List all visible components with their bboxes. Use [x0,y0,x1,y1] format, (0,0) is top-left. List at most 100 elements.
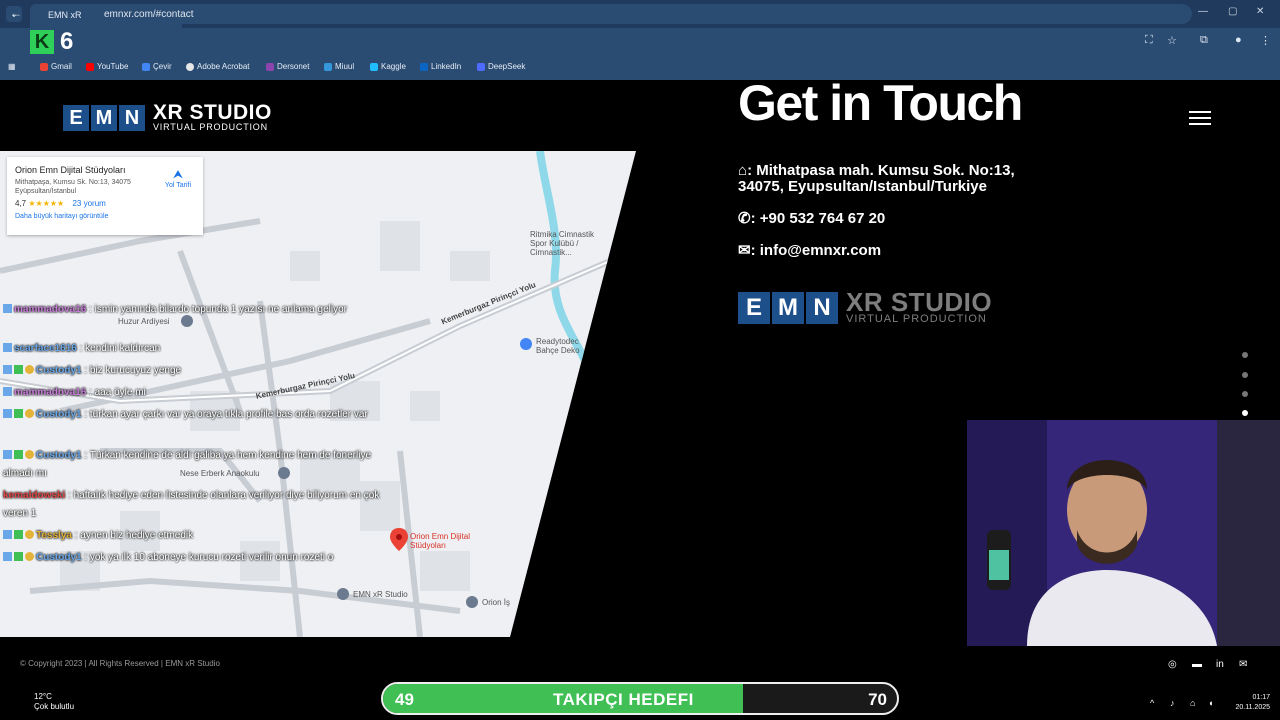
sub-badge-icon [14,365,23,374]
address-text: : Mithatpasa mah. Kumsu Sok. No:13, 3407… [738,162,1015,195]
section-nav-dot-active[interactable] [1242,410,1248,416]
deepseek-icon [477,62,485,71]
close-window-icon[interactable]: ✕ [1256,6,1264,17]
chat-username: mammadova16 [14,304,87,315]
directions-label: Yol Tarifi [164,182,191,189]
bookmark-label: Çevir [153,62,172,71]
contact-email[interactable]: ✉: info@emnxr.com [738,243,881,259]
clock-date: 20.11.2025 [1235,704,1270,711]
chat-text: : yok ya ilk 10 aboneye kurucu rozeti ve… [84,552,334,563]
chat-message: mammadova16 : aaa öyle mi [3,384,393,402]
founder-badge-icon [25,552,34,561]
bookmark-label: Kaggle [381,62,406,71]
email-text: : info@emnxr.com [750,242,882,259]
contact-phone[interactable]: ✆: +90 532 764 67 20 [738,211,885,227]
chat-username: Custody1 [36,552,82,563]
goal-label: TAKIPÇI HEDEFI [553,690,694,709]
apps-grid-icon[interactable]: ▦ [8,62,16,71]
chat-username: kemaldowski [3,490,66,501]
site-logo[interactable]: E M N XR STUDIO VIRTUAL PRODUCTION [63,101,272,132]
bookmark-star-icon[interactable]: ☆ [1167,34,1177,47]
system-clock[interactable]: 01:17 20.11.2025 [1228,693,1270,713]
copyright-text: © Copyright 2023 | All Rights Reserved |… [20,659,220,668]
user-badge-icon [3,343,12,352]
logo-letter: N [119,105,145,131]
chat-message: Custody1 : yok ya ilk 10 aboneye kurucu … [3,549,393,567]
hamburger-menu-icon[interactable] [1189,111,1211,125]
user-badge-icon [3,530,12,539]
founder-badge-icon [25,450,34,459]
linkedin-social-icon[interactable]: in [1216,659,1224,670]
section-nav-dot[interactable] [1242,391,1248,397]
chat-text: : biz kurucuyuz yenge [84,365,182,376]
map-label: Orion İş [482,598,511,607]
back-icon[interactable]: ← [10,6,22,20]
logo-title: XR STUDIO [153,101,272,124]
youtube-social-icon[interactable]: ▬ [1192,659,1202,670]
place-address: Mithatpaşa, Kumsu Sk. No:13, 34075 Eyüps… [15,179,131,195]
url-field[interactable]: emnxr.com/#contact [82,4,1192,24]
profile-avatar-icon[interactable]: ● [1235,34,1242,46]
bookmark-label: DeepSeek [488,62,526,71]
logo-letter: E [63,105,89,131]
bookmark-cevir[interactable]: Çevir [142,62,172,71]
bookmark-linkedin[interactable]: LinkedIn [420,62,461,71]
logo-letter: M [772,292,804,324]
larger-map-link[interactable]: Daha büyük haritayı görüntüle [15,213,195,220]
bookmark-kaggle[interactable]: Kaggle [370,62,406,71]
bookmark-youtube[interactable]: YouTube [86,62,128,71]
map-label: Ritmika Cimnastik Spor Kulübü / Cimnasti… [530,230,595,257]
instagram-icon[interactable]: ◎ [1168,659,1177,670]
chat-message: Custody1 : Türkan kendine de aldı galiba… [3,447,393,483]
chat-message: Tesslya : aynen biz hediye etmedik [3,527,393,545]
reviews-link[interactable]: 23 yorum [72,199,105,208]
page-title: Get in Touch [738,75,1023,131]
footer-logo: E M N XR STUDIO VIRTUAL PRODUCTION [738,287,993,325]
user-badge-icon [3,450,12,459]
chat-text: : aynen biz hediye etmedik [74,530,194,541]
browser-menu-icon[interactable]: ⋮ [1260,34,1271,47]
sub-badge-icon [14,450,23,459]
bookmark-adobe-acrobat[interactable]: Adobe Acrobat [186,62,249,71]
logo-title: XR STUDIO [846,287,993,317]
founder-badge-icon [25,530,34,539]
microphone-icon[interactable]: ♪ [1170,698,1175,708]
extensions-icon[interactable]: ⧉ [1200,34,1208,47]
logo-subtitle: VIRTUAL PRODUCTION [846,313,987,325]
tray-expand-icon[interactable]: ^ [1150,698,1154,708]
section-nav-dot[interactable] [1242,352,1248,358]
stream-overlay-badge: K 6 [30,28,86,56]
bookmark-label: LinkedIn [431,62,462,71]
bookmark-miuul[interactable]: Miuul [324,62,354,71]
user-badge-icon [3,409,12,418]
kaggle-icon [370,62,378,71]
map-place-card: Orion Emn Dijital Stüdyoları Mithatpaşa,… [7,157,203,235]
bookmark-label: Dersonet [277,62,310,71]
bookmark-dersonet[interactable]: Dersonet [266,62,309,71]
acrobat-icon [186,62,194,71]
minimize-icon[interactable]: — [1198,6,1208,17]
home-icon: ⌂ [738,162,748,179]
linkedin-icon [420,62,428,71]
bookmark-label: Adobe Acrobat [197,62,250,71]
sub-badge-icon [14,530,23,539]
chat-text: : aaa öyle mi [89,387,146,398]
miuul-icon [324,62,332,71]
streamer-image [967,420,1280,646]
translate-icon[interactable]: ⛶ [1145,34,1153,47]
chat-username: Custody1 [36,450,82,461]
section-nav-dot[interactable] [1242,372,1248,378]
volume-icon[interactable]: ◖ [1208,698,1213,708]
chat-text: : ismin yanında bilardo topunda 1 yazısı… [89,304,347,315]
maximize-icon[interactable]: ▢ [1228,6,1237,17]
directions-button[interactable]: ⮝ Yol Tarifi [165,167,191,189]
logo-letter: N [806,292,838,324]
bookmark-deepseek[interactable]: DeepSeek [477,62,525,71]
bookmark-gmail[interactable]: Gmail [40,62,72,71]
gmail-icon [40,62,48,71]
network-icon[interactable]: ⌂ [1190,698,1195,708]
mail-social-icon[interactable]: ✉ [1239,659,1247,670]
webcam-feed [967,420,1280,646]
weather-widget[interactable]: 12°C Çok bulutlu [12,692,74,712]
contact-address: ⌂: Mithatpasa mah. Kumsu Sok. No:13, 340… [738,163,1038,195]
